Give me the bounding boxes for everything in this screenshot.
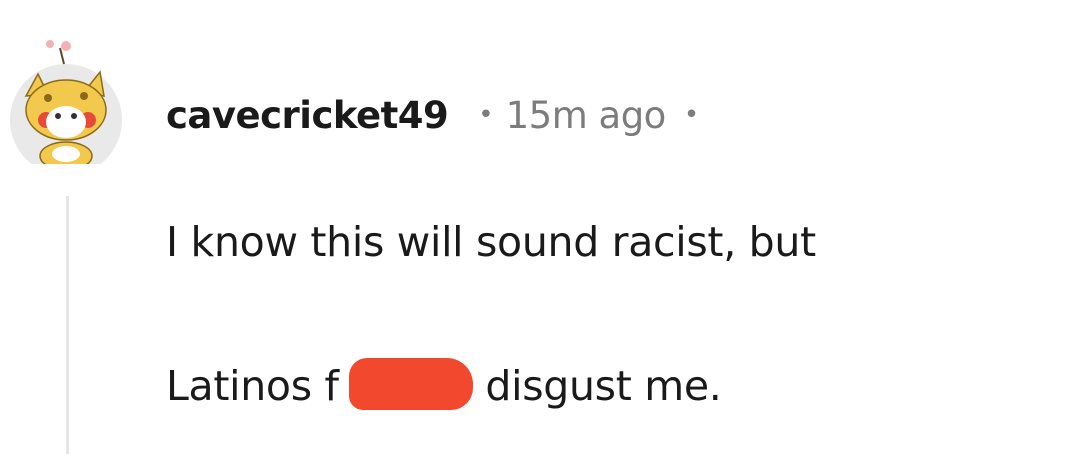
- username-link[interactable]: cavecricket49: [166, 94, 449, 137]
- comment-header: cavecricket49 • 15m ago •: [166, 88, 699, 142]
- body-text-after-redaction: disgust me.: [472, 362, 722, 410]
- comment: cavecricket49 • 15m ago • I know this wi…: [0, 0, 1078, 454]
- separator-dot-trailing: •: [683, 100, 700, 130]
- separator-dot: •: [478, 100, 494, 130]
- comment-body-line-1: I know this will sound racist, but: [166, 218, 816, 266]
- body-text-before-redaction: Latinos f: [166, 362, 339, 410]
- redaction-mark: [339, 358, 473, 410]
- timestamp[interactable]: 15m ago: [506, 94, 667, 137]
- snoo-avatar-icon: [10, 40, 122, 176]
- thread-collapse-line[interactable]: [66, 196, 69, 454]
- user-avatar[interactable]: [4, 34, 124, 176]
- comment-body-line-2: Latinos f disgust me.: [166, 358, 722, 410]
